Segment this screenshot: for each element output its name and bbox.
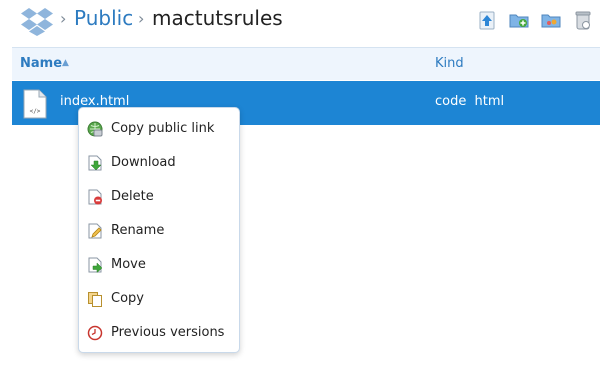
sort-ascending-icon[interactable]: ▲ (62, 58, 69, 68)
menu-item-label: Rename (111, 223, 165, 238)
share-folder-icon (541, 14, 561, 28)
header-bar: › Public › mactutsrules (0, 0, 600, 44)
menu-item-label: Download (111, 155, 176, 170)
menu-item-copy-public-link[interactable]: Copy public link (79, 112, 239, 146)
deleted-files-icon (575, 11, 591, 30)
deleted-files-button[interactable] (572, 8, 594, 32)
upload-button[interactable] (476, 8, 498, 32)
menu-item-rename[interactable]: Rename (79, 214, 239, 248)
html-file-icon: </> (23, 89, 47, 119)
toolbar (476, 8, 594, 32)
menu-item-label: Copy public link (111, 121, 215, 136)
share-folder-button[interactable] (540, 8, 562, 32)
history-icon (87, 325, 103, 341)
menu-item-label: Previous versions (111, 325, 225, 340)
menu-item-label: Move (111, 257, 146, 272)
rename-icon (88, 223, 102, 239)
delete-icon (88, 189, 102, 205)
column-header-name[interactable]: Name (20, 56, 62, 71)
menu-item-download[interactable]: Download (79, 146, 239, 180)
dropbox-logo-icon[interactable] (20, 6, 54, 36)
new-folder-button[interactable] (508, 8, 530, 32)
column-header-kind[interactable]: Kind (435, 56, 464, 71)
svg-text:</>: </> (30, 108, 41, 115)
breadcrumb-separator: › (138, 9, 145, 28)
menu-item-copy[interactable]: Copy (79, 282, 239, 316)
upload-icon (479, 11, 495, 30)
menu-item-delete[interactable]: Delete (79, 180, 239, 214)
breadcrumb-current-folder: mactutsrules (152, 6, 283, 30)
menu-item-label: Delete (111, 189, 154, 204)
menu-item-label: Copy (111, 291, 144, 306)
move-icon (88, 257, 103, 273)
context-menu: Copy public link Download Delete Rename … (78, 107, 240, 353)
breadcrumb-separator: › (60, 9, 67, 28)
copy-icon (88, 292, 102, 307)
menu-item-move[interactable]: Move (79, 248, 239, 282)
breadcrumb-public[interactable]: Public (74, 6, 133, 30)
table-header: Name ▲ Kind (12, 47, 600, 80)
new-folder-icon (509, 14, 529, 28)
link-icon (87, 121, 103, 137)
download-icon (88, 155, 102, 171)
menu-item-previous-versions[interactable]: Previous versions (79, 316, 239, 350)
file-kind: code html (435, 94, 505, 109)
